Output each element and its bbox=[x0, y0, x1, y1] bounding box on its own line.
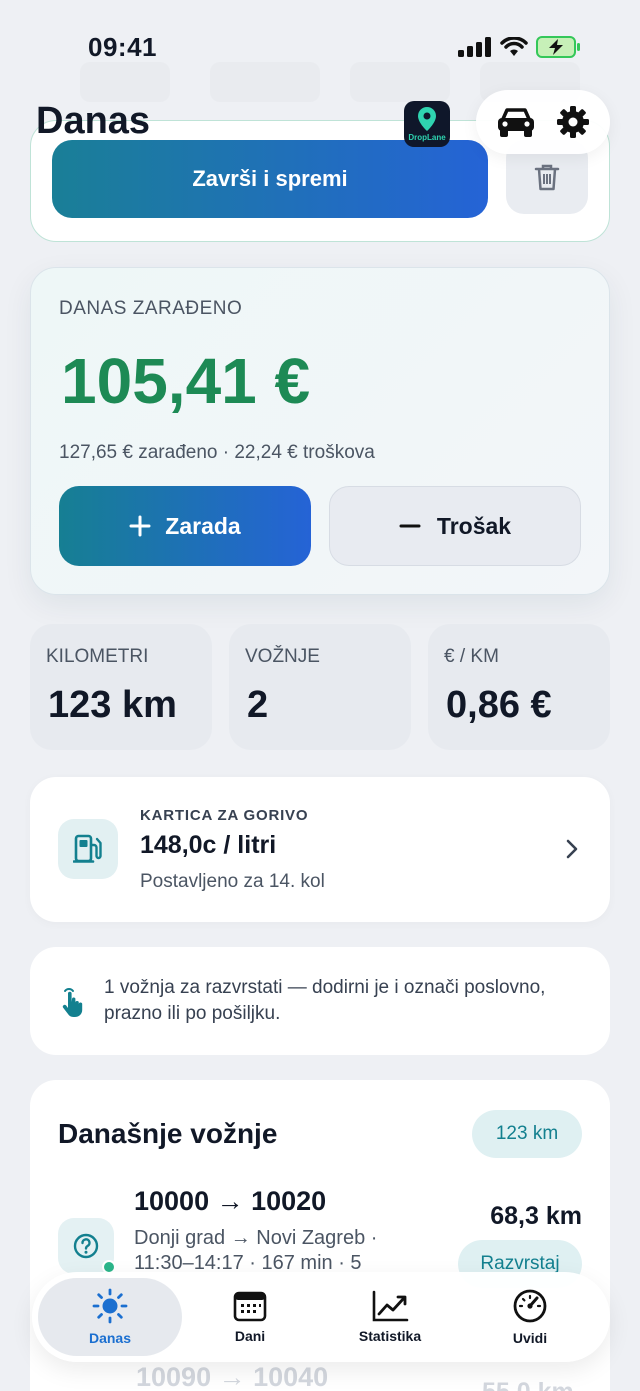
fuel-icon-box bbox=[58, 819, 118, 879]
signal-icon bbox=[458, 37, 491, 57]
app-logo[interactable]: DropLane bbox=[404, 101, 450, 147]
fuel-subtitle: Postavljeno za 14. kol bbox=[140, 871, 325, 892]
status-bar: 09:41 bbox=[0, 0, 640, 96]
tab-dani[interactable]: Dani bbox=[178, 1272, 322, 1362]
fuel-card-row[interactable]: KARTICA ZA GORIVO 148,0c / litri Postavl… bbox=[30, 777, 610, 922]
trip-distance: 68,3 km bbox=[490, 1202, 582, 1230]
add-expense-button[interactable]: Trošak bbox=[329, 486, 581, 566]
stat-value: 2 bbox=[247, 684, 269, 726]
add-income-button[interactable]: Zarada bbox=[59, 486, 311, 566]
plus-icon bbox=[129, 515, 151, 537]
tab-danas[interactable]: Danas bbox=[38, 1278, 182, 1356]
trip-distance: 55,0 km bbox=[482, 1378, 574, 1391]
trash-icon bbox=[534, 164, 560, 191]
question-icon bbox=[73, 1233, 99, 1259]
stat-label: VOŽNJE bbox=[245, 646, 320, 667]
classify-hint-card[interactable]: 1 vožnja za razvrstati — dodirni je i oz… bbox=[30, 947, 610, 1055]
earnings-summary: 127,65 € zarađeno · 22,24 € troškova bbox=[59, 442, 375, 463]
gauge-icon bbox=[513, 1289, 547, 1323]
minus-icon bbox=[399, 524, 421, 528]
battery-icon bbox=[536, 36, 580, 58]
stat-value: 123 km bbox=[48, 684, 177, 726]
sun-icon bbox=[92, 1288, 128, 1324]
trip-route: 10090 → 10040 bbox=[136, 1362, 329, 1391]
map-pin-icon bbox=[418, 107, 436, 131]
tab-label: Statistika bbox=[358, 1328, 422, 1344]
wifi-icon bbox=[500, 37, 528, 56]
earnings-amount: 105,41 € bbox=[61, 345, 311, 417]
stat-label: KILOMETRI bbox=[46, 646, 149, 667]
gear-icon[interactable] bbox=[555, 104, 591, 140]
car-icon[interactable] bbox=[495, 105, 537, 139]
fuel-pump-icon bbox=[73, 834, 102, 863]
chart-icon bbox=[372, 1290, 409, 1322]
trip-route[interactable]: 10000 → 10020 bbox=[134, 1186, 326, 1217]
status-time: 09:41 bbox=[88, 32, 157, 62]
header-actions bbox=[476, 90, 610, 154]
page-title: Danas bbox=[36, 100, 151, 142]
add-income-label: Zarada bbox=[165, 512, 241, 539]
trips-title: Današnje vožnje bbox=[58, 1118, 278, 1149]
earnings-label: DANAS ZARAĐENO bbox=[59, 298, 243, 319]
trips-total-badge: 123 km bbox=[472, 1110, 582, 1158]
bottom-tab-bar: Danas Dani Statistika Uvidi bbox=[32, 1272, 610, 1362]
chevron-right-icon bbox=[566, 839, 578, 859]
hint-text: 1 vožnja za razvrstati — dodirni je i oz… bbox=[104, 977, 546, 1024]
status-icons bbox=[458, 36, 582, 58]
app-logo-label: DropLane bbox=[408, 133, 446, 142]
stat-value: 0,86 € bbox=[446, 684, 552, 726]
hand-tap-icon bbox=[62, 988, 83, 1017]
add-expense-label: Trošak bbox=[436, 512, 512, 539]
trip-detail: Donji grad → Novi Zagreb · 11:30–14:17 ·… bbox=[134, 1227, 378, 1274]
tab-label: Uvidi bbox=[512, 1330, 548, 1346]
stat-euro-per-km: € / KM 0,86 € bbox=[428, 624, 610, 750]
fuel-price: 148,0c / litri bbox=[140, 831, 277, 859]
earnings-card: DANAS ZARAĐENO 105,41 € 127,65 € zarađen… bbox=[30, 267, 610, 595]
tab-statistika[interactable]: Statistika bbox=[318, 1272, 462, 1362]
fuel-card-label: KARTICA ZA GORIVO bbox=[140, 807, 309, 824]
tab-uvidi[interactable]: Uvidi bbox=[458, 1272, 602, 1362]
stat-kilometers: KILOMETRI 123 km bbox=[30, 624, 212, 750]
stat-trips: VOŽNJE 2 bbox=[229, 624, 411, 750]
calendar-icon bbox=[233, 1291, 267, 1322]
finish-and-save-button[interactable]: Završi i spremi bbox=[52, 140, 488, 218]
tab-label: Danas bbox=[88, 1330, 132, 1346]
stat-label: € / KM bbox=[444, 646, 499, 667]
tab-label: Dani bbox=[234, 1328, 266, 1344]
